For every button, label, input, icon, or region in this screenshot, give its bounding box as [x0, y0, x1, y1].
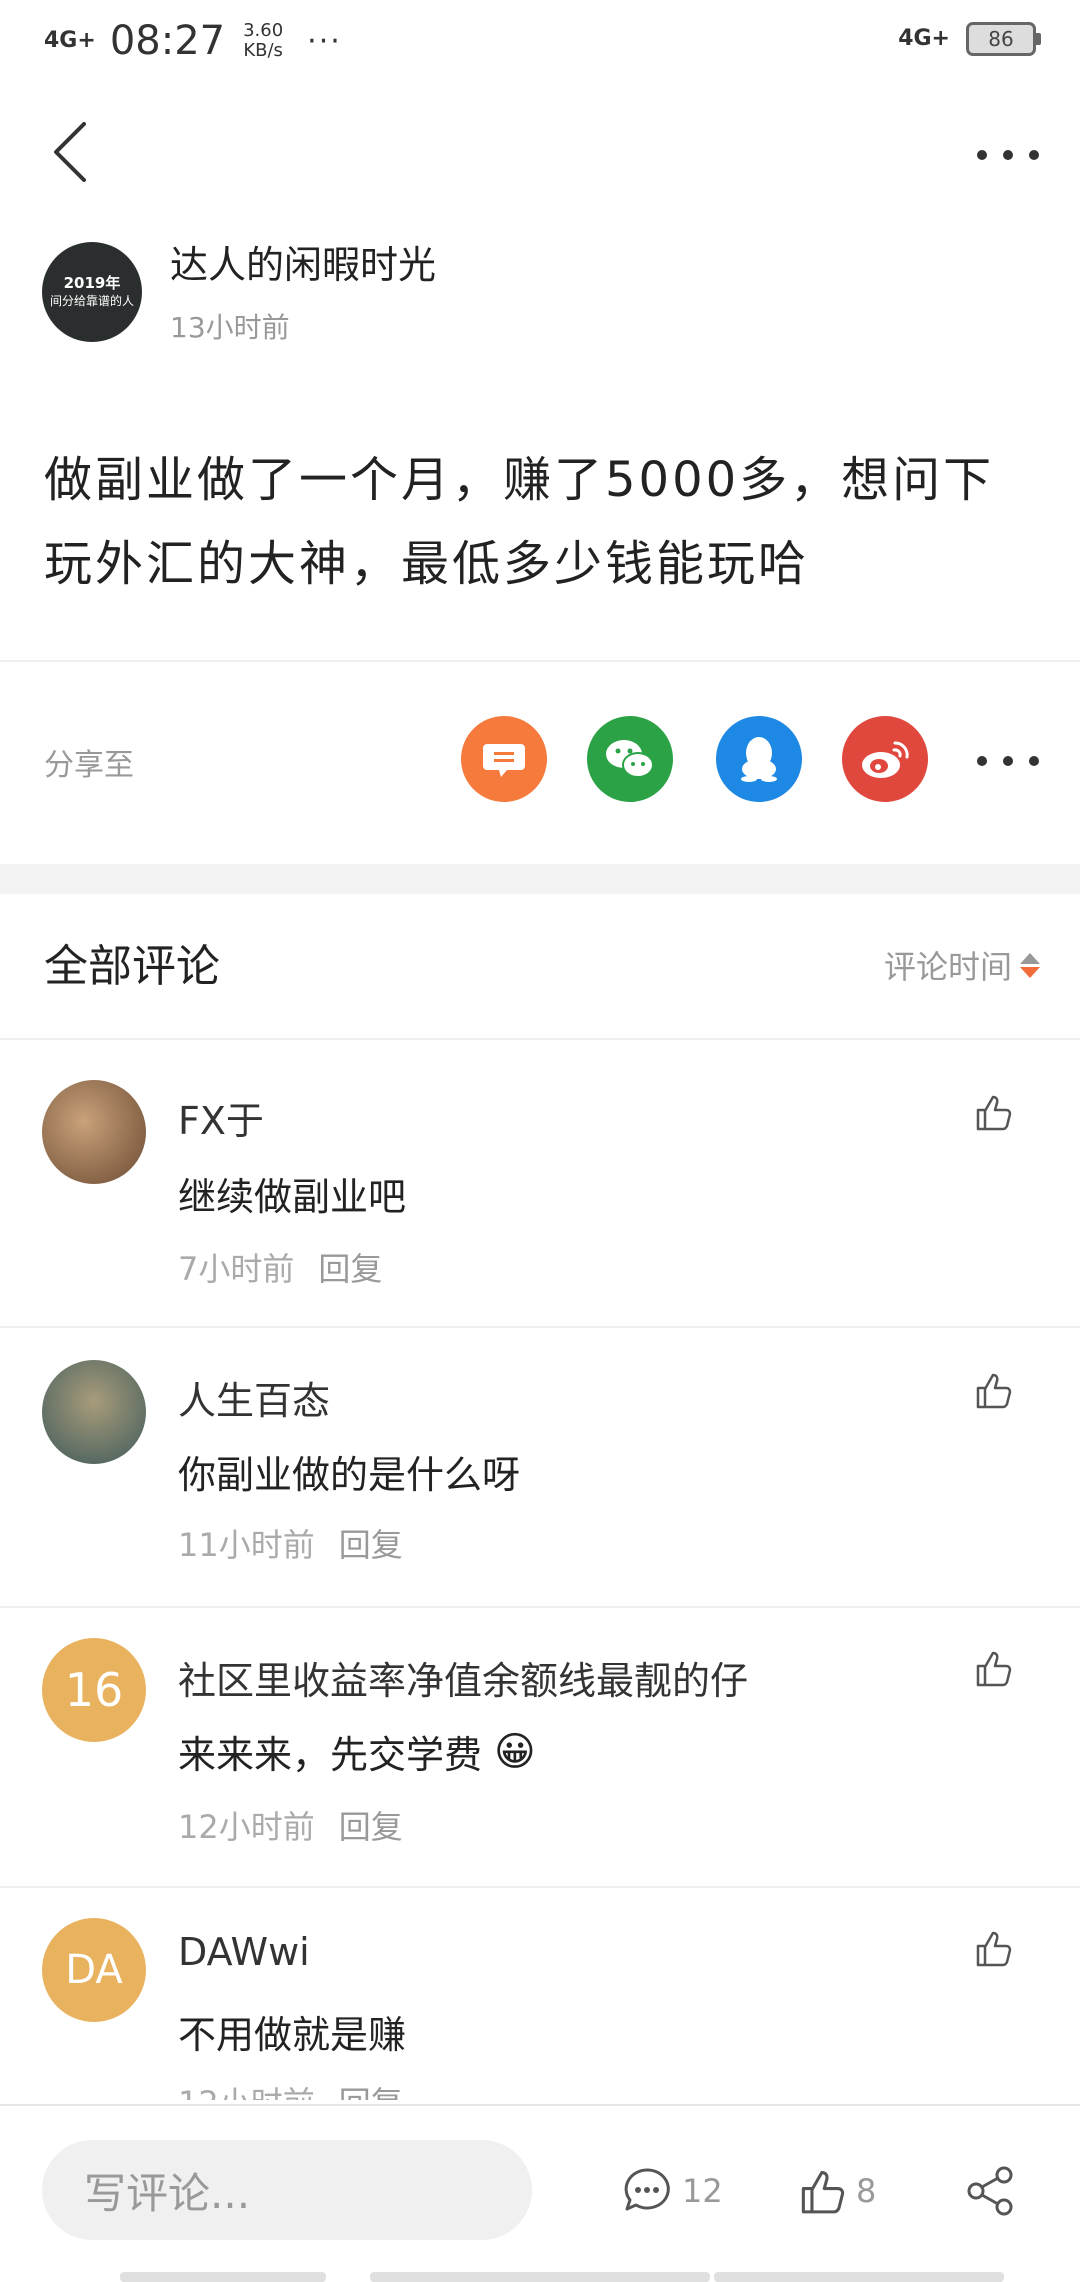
like-button[interactable]	[972, 1368, 1016, 1412]
divider	[0, 1886, 1080, 1888]
more-horizontal-icon	[977, 756, 1039, 766]
chevron-left-icon	[54, 122, 86, 182]
speed-value: 3.60	[243, 20, 284, 41]
comment-avatar[interactable]: DA	[42, 1918, 146, 2022]
divider	[0, 1606, 1080, 1608]
speed-unit: KB/s	[243, 40, 283, 61]
network-speed: 3.60 KB/s	[243, 21, 283, 61]
avatar-text-line2: 间分给靠谱的人	[49, 294, 134, 308]
sort-toggle[interactable]: 评论时间	[884, 942, 1040, 988]
comment-text-body: 来来来，先交学费	[178, 1733, 483, 1777]
like-count: 8	[856, 2172, 877, 2210]
comment-author[interactable]: 社区里收益率净值余额线最靓的仔	[178, 1650, 748, 1705]
share-more-button[interactable]	[976, 736, 1040, 776]
status-more-icon: ···	[307, 23, 342, 59]
more-horizontal-icon	[977, 150, 1039, 160]
avatar-initials: 16	[64, 1663, 124, 1717]
share-message-button[interactable]	[461, 716, 547, 802]
comment-meta: 7小时前 回复	[178, 1244, 382, 1290]
reply-button[interactable]: 回复	[339, 1526, 403, 1564]
comments-title: 全部评论	[44, 941, 220, 992]
comment-avatar[interactable]: 16	[42, 1638, 146, 1742]
like-button[interactable]	[972, 1646, 1016, 1690]
reply-button[interactable]: 回复	[339, 2084, 403, 2100]
network-indicator: 4G+	[44, 28, 96, 53]
comment-text: 不用做就是赚	[178, 2013, 407, 2057]
divider	[0, 1326, 1080, 1328]
comment-text: 来来来，先交学费 😀	[178, 1724, 536, 1779]
clock: 08:27	[109, 18, 226, 64]
post-like-button[interactable]: 8	[796, 2164, 876, 2218]
comment-author[interactable]: 人生百态	[178, 1370, 330, 1425]
share-label: 分享至	[44, 748, 134, 783]
message-icon	[483, 744, 525, 777]
like-button[interactable]	[972, 1090, 1016, 1134]
comment-avatar[interactable]	[42, 1080, 146, 1184]
post-content: 做副业做了一个月，赚了5000多，想问下玩外汇的大神，最低多少钱能玩哈	[44, 452, 995, 592]
comment-count: 12	[682, 2172, 723, 2210]
avatar-text-line1: 2019年	[63, 274, 121, 292]
status-left: 4G+ 08:27 3.60 KB/s ···	[44, 18, 342, 64]
comment-input[interactable]: 写评论...	[42, 2140, 532, 2240]
thumbs-up-icon	[976, 1931, 1012, 1967]
like-button[interactable]	[972, 1926, 1016, 1970]
comment-time: 12小时前	[178, 1808, 315, 1846]
battery-icon: 86	[966, 22, 1041, 56]
sort-label: 评论时间	[883, 948, 1012, 986]
post-time: 13小时前	[170, 311, 290, 344]
share-weibo-button[interactable]	[842, 716, 928, 802]
comment-time: 12小时前	[178, 2084, 315, 2100]
status-right: 4G+ 86	[898, 22, 1041, 56]
share-button[interactable]	[964, 2164, 1018, 2218]
network-indicator-right: 4G+	[898, 26, 950, 51]
keyboard-strip	[714, 2272, 1004, 2282]
comment-bubble-icon	[624, 2168, 670, 2211]
section-gap	[0, 864, 1080, 894]
comment-author[interactable]: DAWwi	[178, 1930, 310, 1974]
comment-avatar[interactable]	[42, 1360, 146, 1464]
wechat-icon	[606, 740, 654, 778]
comments-count-button[interactable]: 12	[620, 2164, 723, 2218]
sort-icon	[1020, 952, 1040, 978]
comment-meta: 12小时前回复	[178, 1802, 403, 1848]
comment-time: 11小时前	[178, 1526, 315, 1564]
divider	[0, 660, 1080, 662]
keyboard-strip	[120, 2272, 326, 2282]
grin-emoji: 😀	[494, 1728, 536, 1775]
back-button[interactable]	[40, 112, 100, 192]
thumbs-up-icon	[801, 2171, 845, 2214]
comment-meta: 12小时前 回复	[178, 2078, 403, 2100]
divider	[0, 1038, 1080, 1040]
qq-icon	[741, 737, 777, 782]
share-icon	[967, 2166, 1013, 2216]
thumbs-up-icon	[976, 1373, 1012, 1409]
bottom-action-bar: 写评论... 12 8	[0, 2104, 1080, 2282]
more-options-button[interactable]	[976, 130, 1040, 170]
thumbs-up-icon	[976, 1095, 1012, 1131]
weibo-icon	[862, 741, 909, 778]
author-avatar[interactable]: 2019年 间分给靠谱的人	[42, 242, 142, 342]
avatar-initials: DA	[65, 1947, 123, 1993]
status-bar: 4G+ 08:27 3.60 KB/s ··· 4G+ 86	[0, 0, 1080, 84]
thumbs-up-icon	[976, 1651, 1012, 1687]
share-qq-button[interactable]	[716, 716, 802, 802]
keyboard-strip	[370, 2272, 710, 2282]
share-wechat-button[interactable]	[587, 716, 673, 802]
reply-button[interactable]: 回复	[339, 1808, 403, 1846]
reply-button[interactable]: 回复	[318, 1250, 382, 1288]
comment-text: 你副业做的是什么呀	[178, 1453, 521, 1497]
comment-author[interactable]: FX于	[178, 1090, 264, 1145]
comment-text: 继续做副业吧	[178, 1175, 407, 1219]
author-name[interactable]: 达人的闲暇时光	[170, 234, 436, 289]
comment-time: 7小时前	[178, 1250, 295, 1288]
battery-level: 86	[988, 27, 1014, 51]
comment-meta: 11小时前 回复	[178, 1520, 403, 1566]
